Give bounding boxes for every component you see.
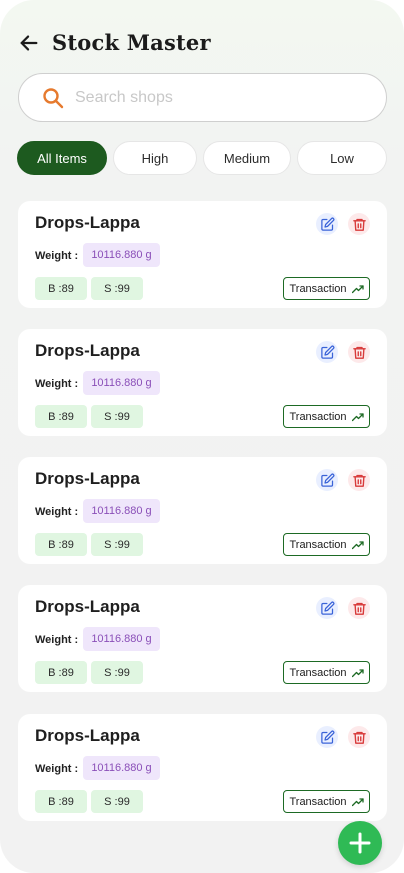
trending-up-icon <box>351 797 364 806</box>
delete-button[interactable] <box>348 341 370 363</box>
transaction-label: Transaction <box>289 410 347 423</box>
transaction-label: Transaction <box>289 282 347 295</box>
weight-value: 10116.880 g <box>83 499 160 523</box>
search-icon <box>43 87 64 108</box>
edit-button[interactable] <box>316 341 338 363</box>
trash-icon <box>352 731 366 744</box>
weight-value: 10116.880 g <box>83 756 160 780</box>
delete-button[interactable] <box>348 213 370 235</box>
buy-badge: B :89 <box>35 533 87 556</box>
weight-label: Weight : <box>35 506 79 518</box>
transaction-label: Transaction <box>289 666 347 679</box>
search-bar[interactable] <box>18 73 387 122</box>
edit-icon <box>320 601 334 615</box>
buy-badge: B :89 <box>35 405 87 428</box>
arrow-left-icon[interactable] <box>18 32 40 54</box>
trash-icon <box>352 218 366 231</box>
edit-icon <box>320 730 334 744</box>
transaction-button[interactable]: Transaction <box>283 533 370 556</box>
sell-badge: S :99 <box>91 533 143 556</box>
transaction-button[interactable]: Transaction <box>283 277 370 300</box>
filter-all-items[interactable]: All Items <box>17 141 107 175</box>
edit-button[interactable] <box>316 469 338 491</box>
sell-badge: S :99 <box>91 277 143 300</box>
trash-icon <box>352 602 366 615</box>
add-item-button[interactable] <box>338 821 382 865</box>
stock-card: Drops-Lappa Weight : 10116.880 g B :89 S… <box>18 457 387 564</box>
filter-high[interactable]: High <box>113 141 197 175</box>
edit-button[interactable] <box>316 213 338 235</box>
plus-icon <box>349 832 371 854</box>
edit-icon <box>320 473 334 487</box>
transaction-button[interactable]: Transaction <box>283 405 370 428</box>
stock-card: Drops-Lappa Weight : 10116.880 g B :89 S… <box>18 714 387 821</box>
transaction-label: Transaction <box>289 795 347 808</box>
item-name: Drops-Lappa <box>35 726 140 745</box>
delete-button[interactable] <box>348 726 370 748</box>
weight-label: Weight : <box>35 250 79 262</box>
trending-up-icon <box>351 412 364 421</box>
weight-label: Weight : <box>35 634 79 646</box>
weight-label: Weight : <box>35 378 79 390</box>
buy-badge: B :89 <box>35 661 87 684</box>
search-input[interactable] <box>75 88 386 107</box>
header: Stock Master <box>18 30 211 55</box>
buy-badge: B :89 <box>35 277 87 300</box>
stock-card: Drops-Lappa Weight : 10116.880 g B :89 S… <box>18 201 387 308</box>
item-name: Drops-Lappa <box>35 341 140 360</box>
trash-icon <box>352 474 366 487</box>
weight-value: 10116.880 g <box>83 627 160 651</box>
edit-button[interactable] <box>316 726 338 748</box>
filter-medium[interactable]: Medium <box>203 141 291 175</box>
weight-value: 10116.880 g <box>83 371 160 395</box>
filter-chips: All Items High Medium Low <box>17 141 387 175</box>
filter-low[interactable]: Low <box>297 141 387 175</box>
sell-badge: S :99 <box>91 405 143 428</box>
transaction-label: Transaction <box>289 538 347 551</box>
trending-up-icon <box>351 668 364 677</box>
stock-card: Drops-Lappa Weight : 10116.880 g B :89 S… <box>18 329 387 436</box>
sell-badge: S :99 <box>91 790 143 813</box>
transaction-button[interactable]: Transaction <box>283 790 370 813</box>
item-name: Drops-Lappa <box>35 597 140 616</box>
trending-up-icon <box>351 540 364 549</box>
item-name: Drops-Lappa <box>35 213 140 232</box>
buy-badge: B :89 <box>35 790 87 813</box>
edit-button[interactable] <box>316 597 338 619</box>
delete-button[interactable] <box>348 597 370 619</box>
sell-badge: S :99 <box>91 661 143 684</box>
app-screen: Stock Master All Items High Medium Low D… <box>0 0 404 873</box>
item-name: Drops-Lappa <box>35 469 140 488</box>
stock-card: Drops-Lappa Weight : 10116.880 g B :89 S… <box>18 585 387 692</box>
weight-label: Weight : <box>35 763 79 775</box>
trending-up-icon <box>351 284 364 293</box>
trash-icon <box>352 346 366 359</box>
page-title: Stock Master <box>52 30 211 55</box>
transaction-button[interactable]: Transaction <box>283 661 370 684</box>
edit-icon <box>320 345 334 359</box>
edit-icon <box>320 217 334 231</box>
weight-value: 10116.880 g <box>83 243 160 267</box>
delete-button[interactable] <box>348 469 370 491</box>
